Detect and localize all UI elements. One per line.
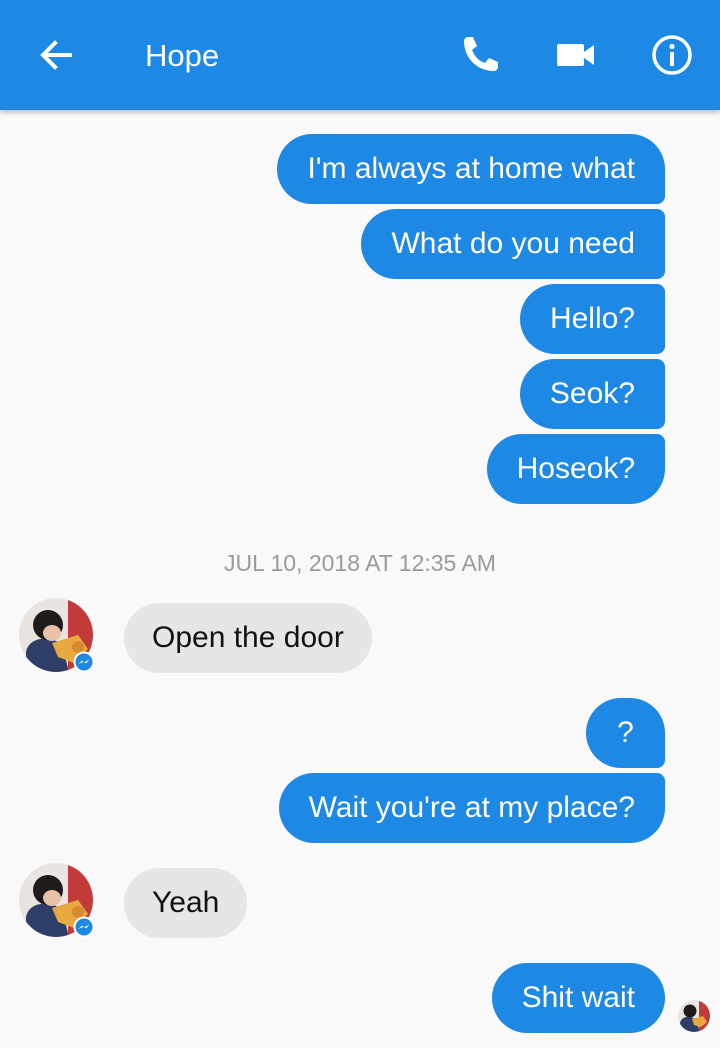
outgoing-message[interactable]: Hoseok? (486, 434, 665, 504)
outgoing-message[interactable]: Hello? (519, 284, 665, 354)
app-bar: Hope (0, 0, 720, 110)
back-arrow-icon[interactable] (34, 33, 78, 77)
outgoing-message[interactable]: Seok? (519, 359, 665, 429)
outgoing-message[interactable]: I'm always at home what (277, 134, 665, 204)
outgoing-message[interactable]: Wait you're at my place? (278, 773, 665, 843)
read-receipt-avatar (678, 1000, 710, 1032)
phone-icon[interactable] (458, 33, 502, 77)
incoming-message[interactable]: Open the door (124, 603, 372, 673)
conversation-title[interactable]: Hope (145, 36, 219, 76)
info-icon[interactable] (650, 33, 694, 77)
message-timestamp: JUL 10, 2018 AT 12:35 AM (224, 550, 496, 576)
messenger-badge-icon (73, 651, 95, 673)
messenger-badge-icon (73, 916, 95, 938)
outgoing-message[interactable]: Shit wait (491, 963, 665, 1033)
video-camera-icon[interactable] (553, 33, 597, 77)
outgoing-message[interactable]: ? (586, 698, 665, 768)
outgoing-message[interactable]: What do you need (361, 209, 665, 279)
incoming-message[interactable]: Yeah (124, 868, 248, 938)
